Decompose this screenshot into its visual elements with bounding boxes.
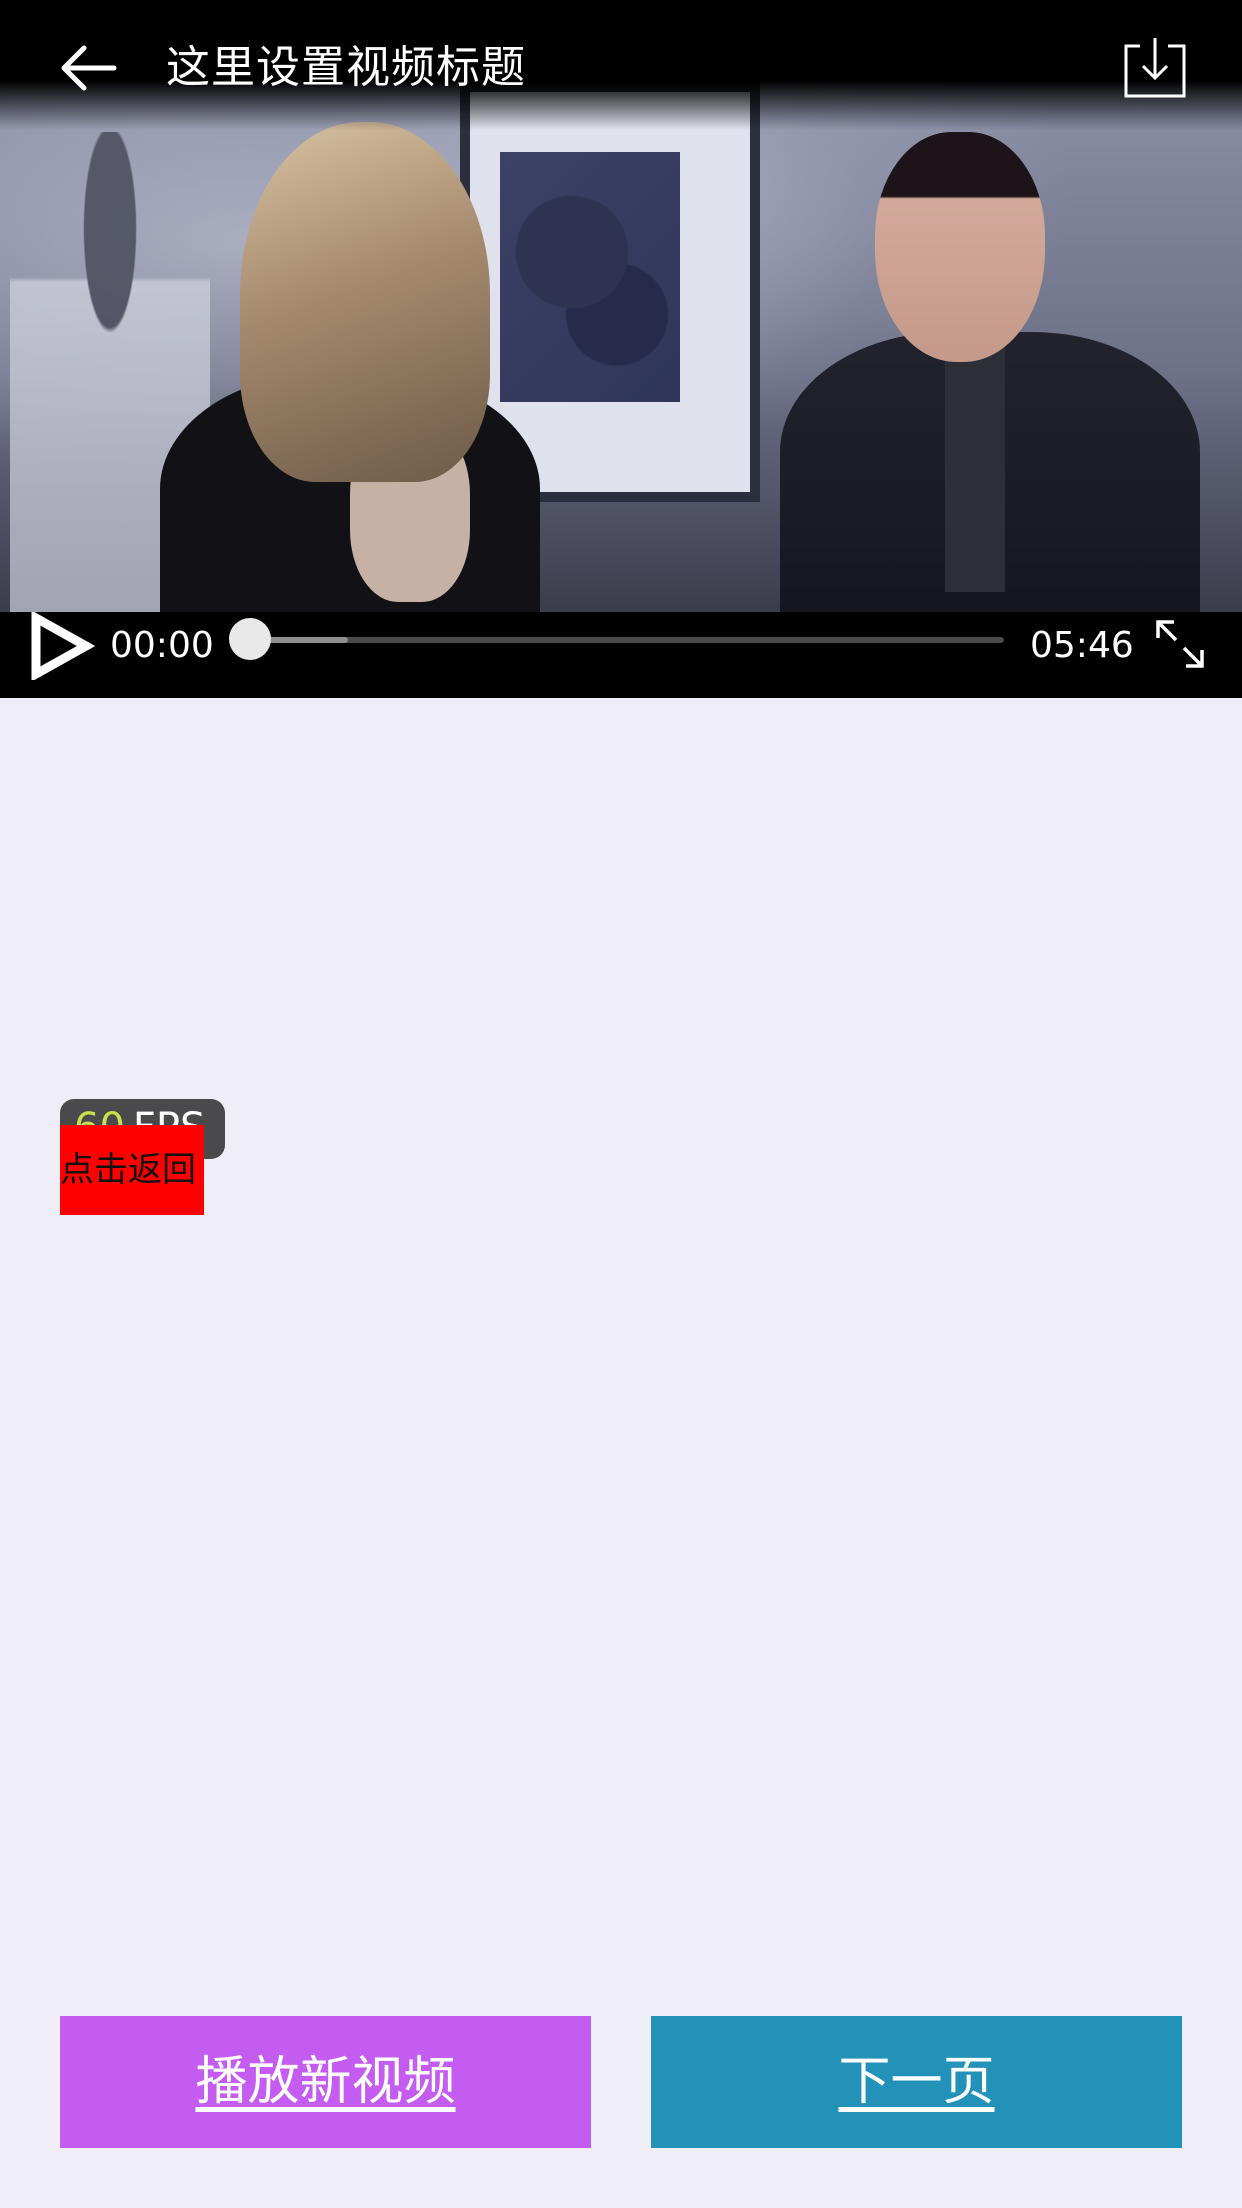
play-new-video-button[interactable]: 播放新视频 xyxy=(60,2016,591,2148)
video-scene-woman xyxy=(150,122,550,616)
back-button[interactable] xyxy=(48,30,128,110)
video-control-bar: 00:00 05:46 xyxy=(0,610,1242,698)
video-title: 这里设置视频标题 xyxy=(166,42,526,93)
video-top-bar: 这里设置视频标题 xyxy=(0,0,1242,130)
next-page-button[interactable]: 下一页 xyxy=(651,2016,1182,2148)
current-time: 00:00 xyxy=(110,625,214,666)
progress-bar[interactable] xyxy=(229,618,1004,660)
fullscreen-icon xyxy=(1156,620,1204,668)
progress-thumb[interactable] xyxy=(229,618,271,660)
fullscreen-button[interactable] xyxy=(1152,616,1208,672)
video-frame[interactable] xyxy=(0,82,1242,616)
play-icon xyxy=(31,610,96,682)
back-arrow-icon xyxy=(61,45,117,91)
tap-back-button[interactable]: 点击返回 xyxy=(60,1125,204,1215)
video-scene-man xyxy=(770,102,1200,616)
total-time: 05:46 xyxy=(1030,625,1134,666)
download-button[interactable] xyxy=(1112,34,1190,112)
download-icon xyxy=(1124,38,1186,98)
video-player[interactable]: 这里设置视频标题 00:00 05:46 xyxy=(0,0,1242,698)
play-button[interactable] xyxy=(28,610,96,682)
